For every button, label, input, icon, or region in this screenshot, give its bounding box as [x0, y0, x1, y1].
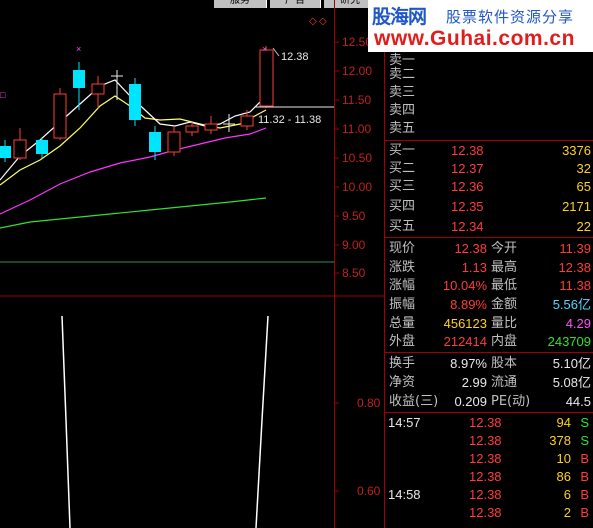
signal-mark-icon: × — [262, 44, 267, 54]
price-tick: 12.00 — [342, 64, 372, 78]
stat-row: 换手 8.97% 股本 5.10亿 — [389, 356, 591, 371]
kline-chart[interactable]: 12.50 12.00 11.50 11.00 10.50 10.00 9.50… — [0, 0, 385, 528]
candle-down — [0, 140, 11, 162]
indicator-line — [61, 315, 71, 528]
tick-row[interactable]: 14:57 12.38 94 S — [385, 414, 593, 432]
stat-row: 净资 2.99 流通 5.08亿 — [389, 375, 591, 390]
watermark-url: www.Guhai.com.cn — [374, 27, 575, 50]
buy-price: 12.36 — [451, 179, 484, 194]
sell-row: 卖四 — [385, 102, 593, 120]
stat-row: 总量 456123 量比 4.29 — [389, 316, 591, 331]
tick-row[interactable]: 12.38 86 B — [385, 468, 593, 486]
stat-row: 现价 12.38 今开 11.39 — [389, 241, 591, 256]
sell-row: 卖五 — [385, 120, 593, 138]
high-pointer — [272, 47, 280, 57]
buy-volume: 3376 — [562, 143, 591, 158]
candle-up-last — [259, 46, 274, 108]
stat-row: 振幅 8.89% 金额 5.56亿 — [389, 297, 591, 312]
price-tick: 10.50 — [342, 151, 372, 165]
stat-row: 涨幅 10.04% 最低 11.38 — [389, 278, 591, 293]
divider — [385, 140, 593, 141]
sell-label: 卖二 — [389, 67, 416, 82]
buy-price: 12.37 — [451, 161, 484, 176]
signal-mark-icon: □ — [0, 90, 6, 100]
watermark-banner: 股海网 股票软件资源分享 www.Guhai.com.cn — [368, 0, 593, 52]
candle-up — [91, 76, 105, 108]
buy-volume: 2171 — [562, 199, 591, 214]
price-tick: 9.50 — [342, 209, 366, 223]
high-price-label: 12.38 — [281, 51, 309, 63]
candle-up — [240, 110, 254, 130]
indicator-tick: 0.80 — [357, 396, 381, 410]
sell-label: 卖四 — [389, 103, 416, 118]
signal-mark-icon: × — [76, 44, 81, 54]
buy-row[interactable]: 买二 12.37 32 — [385, 160, 593, 178]
candle-up — [204, 116, 218, 134]
diamond-marker-icon: ◇ — [309, 16, 317, 27]
divider — [385, 237, 593, 238]
watermark-brand: 股海网 — [372, 6, 427, 28]
candle-up — [167, 126, 181, 156]
tick-row[interactable]: 14:58 12.38 6B — [385, 486, 593, 504]
price-tick: 8.50 — [342, 266, 366, 280]
price-tick: 9.00 — [342, 238, 366, 252]
sell-label: 卖五 — [389, 121, 416, 136]
buy-row[interactable]: 买三 12.36 65 — [385, 178, 593, 196]
buy-volume: 65 — [576, 179, 591, 194]
candle-down — [73, 62, 85, 110]
diamond-marker-icon: ◇ — [319, 16, 327, 27]
divider — [385, 412, 593, 413]
candle-up — [53, 88, 67, 140]
buy-row[interactable]: 买一 12.38 3376 — [385, 142, 593, 160]
buy-volume: 32 — [576, 161, 591, 176]
price-tick: 10.00 — [342, 180, 372, 194]
stat-row: 涨跌 1.13 最高 12.38 — [389, 260, 591, 275]
candle-down — [129, 78, 141, 126]
buy-price: 12.34 — [451, 219, 484, 234]
tick-row[interactable]: 12.38 378 S — [385, 432, 593, 450]
stat-row: 收益(三) 0.209 PE(动) 44.5 — [389, 394, 591, 409]
sell-row: 卖二 — [385, 66, 593, 84]
price-tick: 11.50 — [342, 93, 371, 107]
indicator-line — [255, 315, 269, 528]
buy-volume: 22 — [576, 219, 591, 234]
stat-row: 外盘 212414 内盘 243709 — [389, 334, 591, 349]
candles — [0, 46, 274, 162]
sell-label: 卖三 — [389, 85, 416, 100]
watermark-slogan: 股票软件资源分享 — [446, 8, 575, 26]
range-label: 11.32 - 11.38 — [258, 114, 321, 126]
tick-row[interactable]: 12.38 10 B — [385, 450, 593, 468]
ma60-line — [0, 197, 267, 229]
price-tick: 11.00 — [342, 122, 371, 136]
buy-price: 12.35 — [451, 199, 484, 214]
tick-row[interactable]: 12.38 2B — [385, 504, 593, 522]
price-axis: 12.50 12.00 11.50 11.00 10.50 10.00 9.50… — [334, 35, 381, 498]
buy-row[interactable]: 买五 12.34 22 — [385, 218, 593, 236]
buy-price: 12.38 — [451, 143, 484, 158]
sell-row: 卖三 — [385, 84, 593, 102]
candle-flat — [111, 70, 123, 100]
buy-row[interactable]: 买四 12.35 2171 — [385, 198, 593, 216]
divider — [385, 352, 593, 353]
indicator-tick: 0.60 — [357, 484, 381, 498]
candle-up — [13, 128, 27, 160]
